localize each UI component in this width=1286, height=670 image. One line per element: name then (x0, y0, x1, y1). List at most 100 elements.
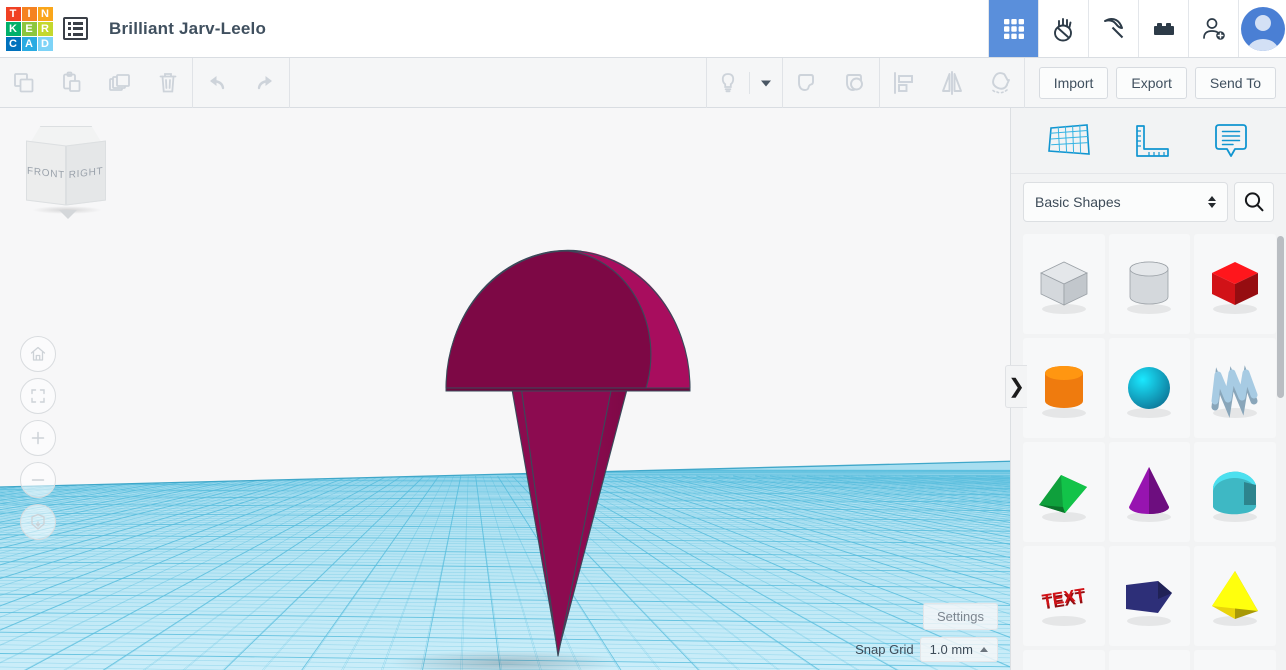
light-dropdown-button[interactable] (750, 58, 782, 108)
ungroup-button[interactable] (831, 58, 879, 108)
group-button[interactable] (783, 58, 831, 108)
zoom-in-button[interactable] (20, 420, 56, 456)
cone-icon (1127, 467, 1172, 522)
file-action-group: Import Export Send To (1025, 58, 1286, 107)
shape-category-row: Basic Shapes (1011, 174, 1286, 230)
view-cube-front-face[interactable]: FRONT (26, 140, 66, 206)
group-tool-group (783, 58, 879, 108)
view-cube-down-arrow[interactable] (59, 210, 77, 219)
shape-tile-shape-15[interactable] (1194, 650, 1276, 670)
shape-tile-box-hole[interactable] (1023, 234, 1105, 334)
send-to-button[interactable]: Send To (1194, 66, 1276, 99)
ruler-button[interactable] (1128, 120, 1174, 162)
shapes-scroll-area[interactable]: TEXT TEXT (1011, 230, 1286, 670)
collapse-panel-button[interactable]: ❯ (1005, 365, 1027, 408)
header-spacer (266, 0, 988, 57)
copy-icon (14, 73, 34, 93)
shape-tile-pyramid[interactable] (1194, 546, 1276, 646)
user-avatar-button[interactable] (1238, 0, 1286, 57)
shape-tile-box[interactable] (1194, 234, 1276, 334)
shape-tile-roof[interactable] (1023, 442, 1105, 542)
text-icon: TEXTTEXT (1041, 585, 1088, 626)
mirror-button[interactable] (928, 58, 976, 108)
align-button[interactable] (880, 58, 928, 108)
snap-grid-select[interactable]: 1.0 mm (919, 637, 998, 662)
tinkercad-logo[interactable]: TIN KER CAD (0, 0, 55, 58)
header-tool-gallery-grid[interactable] (988, 0, 1038, 57)
shape-tile-cylinder-hole[interactable] (1108, 234, 1191, 334)
logo-cell-e: E (21, 22, 37, 36)
note-button[interactable] (1209, 120, 1253, 162)
view-cube[interactable]: FRONT RIGHT (26, 126, 111, 219)
light-tool-group (707, 58, 782, 108)
shape-13-icon (1027, 663, 1101, 670)
shape-tile-polygon[interactable] (1108, 546, 1191, 646)
header-tool-lego-bricks[interactable] (1138, 0, 1188, 57)
snap-grid-value: 1.0 mm (929, 642, 973, 657)
snap-grid-control: Snap Grid 1.0 mm (855, 637, 998, 662)
zoom-out-button[interactable] (20, 462, 56, 498)
pickaxe-icon (1103, 17, 1123, 38)
import-button[interactable]: Import (1038, 66, 1109, 99)
shape-tile-text[interactable]: TEXT TEXT (1023, 546, 1105, 646)
logo-cell-n: N (37, 7, 53, 21)
mirror-flip-icon (941, 71, 962, 95)
fit-to-view-button[interactable] (20, 378, 56, 414)
logo-cell-r: R (37, 22, 53, 36)
logo-cell-k: K (5, 22, 21, 36)
add-user-icon (1202, 17, 1225, 40)
shape-tile-cylinder[interactable] (1023, 338, 1105, 438)
shapes-scrollbar[interactable] (1277, 236, 1284, 398)
settings-button[interactable]: Settings (923, 603, 998, 630)
avatar (1240, 6, 1285, 51)
undo-arrow-icon (210, 76, 225, 90)
header-tool-group (988, 0, 1286, 57)
undo-button[interactable] (193, 58, 241, 108)
3d-viewport[interactable]: FRONT RIGHT Settings Snap Grid 1.0 mm (0, 108, 1010, 670)
ortho-perspective-toggle-button[interactable] (20, 504, 56, 540)
magnet-icon (991, 72, 1010, 94)
shape-tile-cone[interactable] (1108, 442, 1191, 542)
snap-magnet-button[interactable] (976, 58, 1024, 108)
shape-tile-shape-14[interactable] (1108, 650, 1191, 670)
page-title: Brilliant Jarv-Leelo (109, 18, 267, 38)
header-tool-codeblocks[interactable] (1088, 0, 1138, 57)
round-roof-icon (1213, 471, 1258, 522)
cube-perspective-icon (31, 513, 45, 530)
header-tool-circuits[interactable] (1038, 0, 1088, 57)
delete-button[interactable] (144, 58, 192, 108)
ruler-icon (1135, 124, 1169, 157)
header-tool-invite-people[interactable] (1188, 0, 1238, 57)
shape-tile-scribble[interactable] (1194, 338, 1276, 438)
pyramid-icon (1212, 571, 1259, 626)
view-cube-right-face[interactable]: RIGHT (66, 140, 106, 206)
export-button[interactable]: Export (1116, 66, 1187, 99)
home-view-button[interactable] (20, 336, 56, 372)
search-icon (1244, 192, 1264, 212)
list-menu-icon (62, 17, 88, 40)
shape-15-icon (1198, 663, 1272, 670)
copy-button[interactable] (0, 58, 48, 108)
shape-tile-round-roof[interactable] (1194, 442, 1276, 542)
paste-button[interactable] (48, 58, 96, 108)
grid-icon (1003, 18, 1024, 39)
snap-grid-label: Snap Grid (855, 642, 914, 657)
shape-category-value: Basic Shapes (1035, 194, 1121, 210)
logo-cell-d: D (37, 37, 53, 51)
polygon-icon (1126, 581, 1173, 626)
redo-button[interactable] (241, 58, 289, 108)
duplicate-button[interactable] (96, 58, 144, 108)
shape-category-select[interactable]: Basic Shapes (1023, 182, 1228, 222)
ungroup-shapes-icon (845, 74, 863, 91)
workplane-button[interactable] (1045, 120, 1093, 162)
shape-tile-shape-13[interactable] (1023, 650, 1105, 670)
box-icon (1212, 262, 1259, 314)
main-menu-button[interactable] (55, 0, 95, 57)
duplicate-icon (109, 74, 130, 91)
minus-icon (31, 479, 45, 481)
trash-icon (159, 73, 177, 93)
shape-search-button[interactable] (1234, 182, 1274, 222)
light-mode-button[interactable] (707, 58, 749, 108)
shape-tile-sphere[interactable] (1108, 338, 1191, 438)
note-icon (1214, 123, 1247, 157)
